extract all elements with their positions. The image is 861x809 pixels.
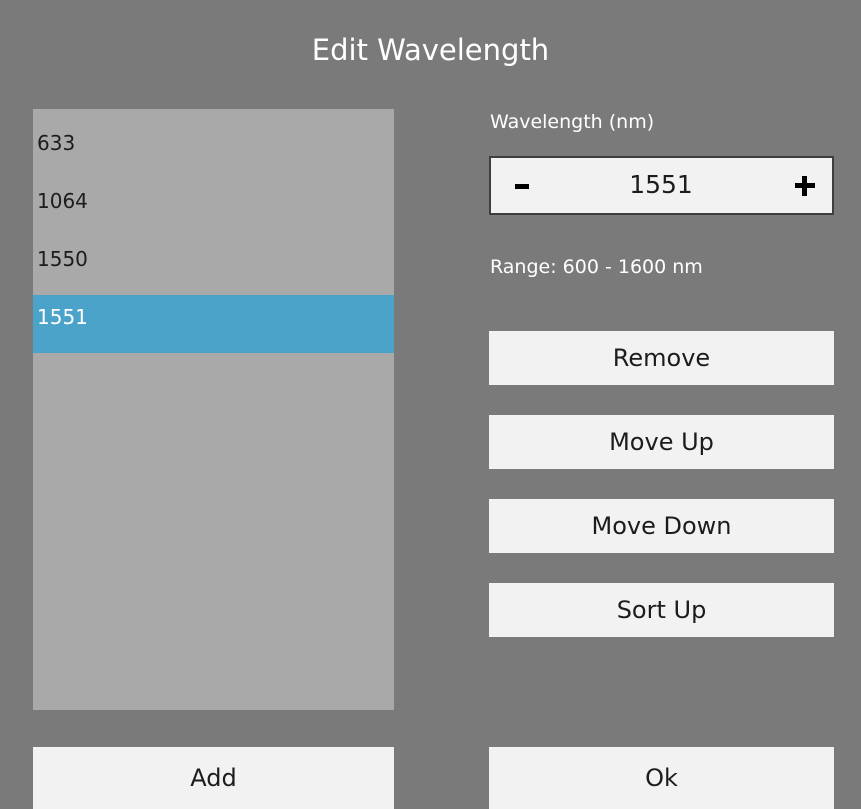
range-text: Range: 600 - 1600 nm — [490, 256, 703, 278]
move-up-button[interactable]: Move Up — [489, 415, 834, 469]
edit-wavelength-dialog: Edit Wavelength 633 1064 1550 1551 Wavel… — [0, 0, 861, 809]
plus-icon[interactable] — [793, 174, 817, 198]
list-item-633[interactable]: 633 — [33, 109, 394, 167]
wavelength-value-input[interactable]: 1551 — [571, 167, 751, 203]
wavelength-field-label: Wavelength (nm) — [490, 111, 655, 133]
wavelength-list[interactable]: 633 1064 1550 1551 — [33, 109, 394, 710]
list-item-1551-selected[interactable]: 1551 — [33, 295, 394, 353]
dialog-title: Edit Wavelength — [311, 33, 550, 67]
ok-button[interactable]: Ok — [489, 747, 834, 809]
wavelength-stepper: 1551 — [489, 156, 834, 215]
add-button[interactable]: Add — [33, 747, 394, 809]
sort-up-button[interactable]: Sort Up — [489, 583, 834, 637]
list-item-1550[interactable]: 1550 — [33, 225, 394, 283]
move-down-button[interactable]: Move Down — [489, 499, 834, 553]
list-item-1064[interactable]: 1064 — [33, 167, 394, 225]
minus-icon[interactable] — [511, 174, 535, 198]
remove-button[interactable]: Remove — [489, 331, 834, 385]
